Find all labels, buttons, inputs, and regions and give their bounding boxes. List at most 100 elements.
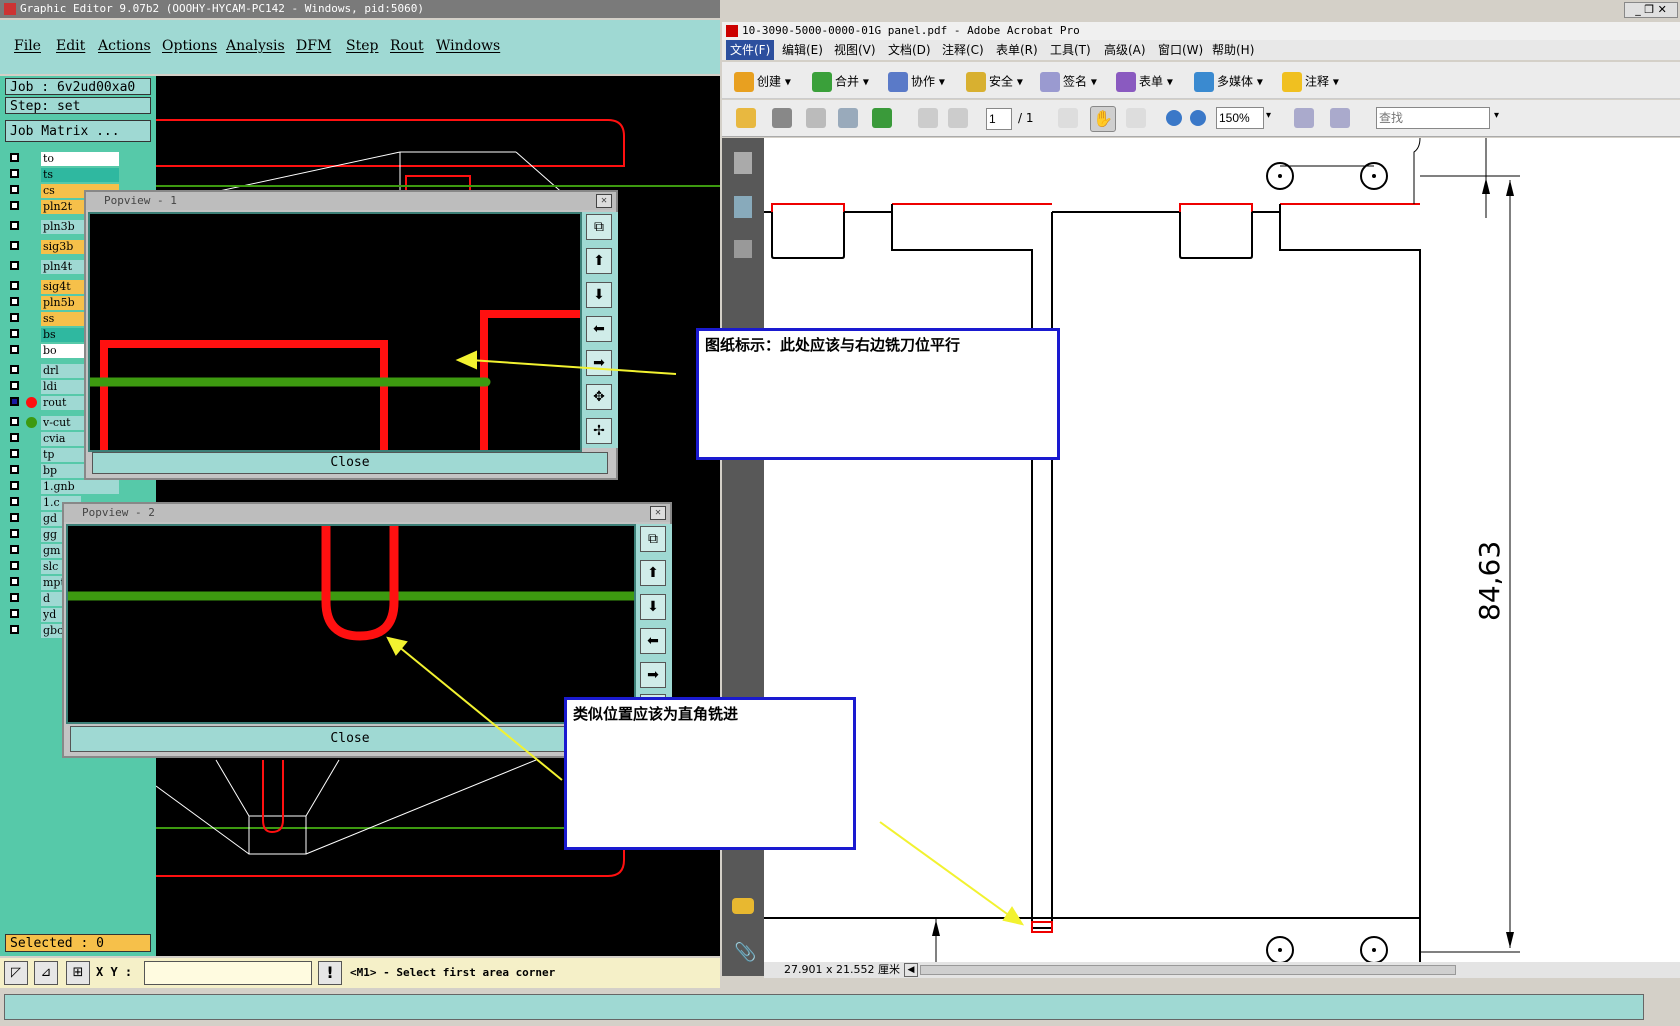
horizontal-scrollbar[interactable] xyxy=(920,965,1456,975)
sign-button[interactable]: 签名 ▾ xyxy=(1040,72,1097,92)
pan-right-icon[interactable]: ➡ xyxy=(586,350,612,376)
layer-checkbox[interactable] xyxy=(10,449,19,458)
layer-checkbox[interactable] xyxy=(10,545,19,554)
menu-help-zh[interactable]: 帮助(H) xyxy=(1212,40,1254,60)
menu-analysis[interactable]: Analysis xyxy=(226,38,285,54)
page-number-input[interactable] xyxy=(986,108,1012,130)
attachments-icon[interactable]: 📎 xyxy=(734,942,756,963)
popview-1-titlebar[interactable]: Popview - 1 ✕ xyxy=(86,192,616,210)
layer-checkbox[interactable] xyxy=(10,185,19,194)
share-icon[interactable] xyxy=(872,108,892,128)
layer-checkbox[interactable] xyxy=(10,433,19,442)
layer-checkbox[interactable] xyxy=(10,297,19,306)
menu-dfm[interactable]: DFM xyxy=(296,38,331,54)
popview-1-close-icon[interactable]: ✕ xyxy=(596,194,612,208)
layer-checkbox[interactable] xyxy=(10,153,19,162)
popview-2-titlebar[interactable]: Popview - 2 ✕ xyxy=(64,504,670,522)
layer-checkbox[interactable] xyxy=(10,561,19,570)
fit-page-icon[interactable] xyxy=(1294,108,1314,128)
popview-1-canvas[interactable] xyxy=(85,212,582,452)
bookmarks-icon[interactable] xyxy=(734,196,752,218)
measure-icon[interactable]: ◸ xyxy=(4,961,28,985)
alert-icon[interactable]: ! xyxy=(318,961,342,985)
popview-zoom-icon[interactable]: ⧉ xyxy=(586,214,612,240)
page-down-icon[interactable] xyxy=(948,108,968,128)
menu-file-zh[interactable]: 文件(F) xyxy=(726,40,775,60)
menu-comment-zh[interactable]: 注释(C) xyxy=(942,40,984,60)
combine-button[interactable]: 合并 ▾ xyxy=(812,72,869,92)
pan-left-icon[interactable]: ⬅ xyxy=(586,316,612,342)
secure-button[interactable]: 安全 ▾ xyxy=(966,72,1023,92)
popview-zoom-icon[interactable]: ⧉ xyxy=(640,526,666,552)
zoom-level-input[interactable] xyxy=(1216,107,1264,129)
xy-input[interactable] xyxy=(144,961,312,985)
popview-2-close-button[interactable]: Close xyxy=(70,726,630,752)
menu-advanced-zh[interactable]: 高级(A) xyxy=(1104,40,1146,60)
layer-checkbox[interactable] xyxy=(10,241,19,250)
menu-rout[interactable]: Rout xyxy=(390,38,424,54)
pan-left-icon[interactable]: ⬅ xyxy=(640,628,666,654)
layer-name[interactable]: 1.gnb xyxy=(41,480,119,494)
layer-checkbox[interactable] xyxy=(10,577,19,586)
menu-step[interactable]: Step xyxy=(346,38,378,54)
forms-button[interactable]: 表单 ▾ xyxy=(1116,72,1173,92)
popview-2-canvas[interactable] xyxy=(66,524,636,724)
menu-edit[interactable]: Edit xyxy=(56,38,85,54)
menu-tools-zh[interactable]: 工具(T) xyxy=(1050,40,1091,60)
pan-up-icon[interactable]: ⬆ xyxy=(640,560,666,586)
open-folder-icon[interactable] xyxy=(736,108,756,128)
maximize-icon[interactable]: ❐ xyxy=(1644,3,1654,16)
close-icon[interactable]: ✕ xyxy=(1658,3,1667,16)
job-matrix-button[interactable]: Job Matrix ... xyxy=(5,120,151,142)
layer-checkbox[interactable] xyxy=(10,221,19,230)
page-up-icon[interactable] xyxy=(918,108,938,128)
menu-window-zh[interactable]: 窗口(W) xyxy=(1158,40,1203,60)
layer-checkbox[interactable] xyxy=(10,497,19,506)
layer-checkbox[interactable] xyxy=(10,529,19,538)
zoom-in-icon[interactable]: ✢ xyxy=(586,418,612,444)
create-button[interactable]: 创建 ▾ xyxy=(734,72,791,92)
layer-checkbox[interactable] xyxy=(10,329,19,338)
layer-row-ts[interactable]: ts xyxy=(8,168,119,182)
layer-checkbox[interactable] xyxy=(10,513,19,522)
menu-windows[interactable]: Windows xyxy=(436,38,500,54)
popview-1-close-button[interactable]: Close xyxy=(92,452,608,474)
print-icon[interactable] xyxy=(772,108,792,128)
zoom-tool-icon[interactable] xyxy=(1126,108,1146,128)
layer-checkbox[interactable] xyxy=(10,381,19,390)
multimedia-button[interactable]: 多媒体 ▾ xyxy=(1194,72,1263,92)
layer-checkbox[interactable] xyxy=(10,365,19,374)
menu-forms-zh[interactable]: 表单(R) xyxy=(996,40,1038,60)
layer-checkbox[interactable] xyxy=(10,201,19,210)
layer-checkbox[interactable] xyxy=(10,609,19,618)
menu-view-zh[interactable]: 视图(V) xyxy=(834,40,876,60)
layer-checkbox[interactable] xyxy=(10,397,19,406)
zoom-out-icon[interactable] xyxy=(1166,110,1182,126)
grid-icon[interactable]: ⊞ xyxy=(66,961,90,985)
popview-2-close-icon[interactable]: ✕ xyxy=(650,506,666,520)
email-icon[interactable] xyxy=(838,108,858,128)
select-text-icon[interactable] xyxy=(1058,108,1078,128)
layer-checkbox[interactable] xyxy=(10,261,19,270)
scroll-left-icon[interactable]: ◀ xyxy=(904,963,918,977)
layer-row-to[interactable]: to xyxy=(8,152,119,166)
layer-checkbox[interactable] xyxy=(10,169,19,178)
layer-checkbox[interactable] xyxy=(10,345,19,354)
pan-down-icon[interactable]: ⬇ xyxy=(586,282,612,308)
layer-checkbox[interactable] xyxy=(10,313,19,322)
menu-options[interactable]: Options xyxy=(162,38,217,54)
layer-row-1.gnb[interactable]: 1.gnb xyxy=(8,480,119,494)
fit-width-icon[interactable] xyxy=(1330,108,1350,128)
minimize-icon[interactable]: _ xyxy=(1635,3,1641,16)
pan-right-icon[interactable]: ➡ xyxy=(640,662,666,688)
pan-up-icon[interactable]: ⬆ xyxy=(586,248,612,274)
pages-icon[interactable] xyxy=(734,152,752,174)
menu-edit-zh[interactable]: 编辑(E) xyxy=(782,40,823,60)
menu-document-zh[interactable]: 文档(D) xyxy=(888,40,931,60)
hand-tool-icon[interactable]: ✋ xyxy=(1090,106,1116,132)
command-line[interactable] xyxy=(4,994,1644,1020)
layer-checkbox[interactable] xyxy=(10,417,19,426)
comments-icon[interactable] xyxy=(732,898,754,914)
layer-checkbox[interactable] xyxy=(10,281,19,290)
zoom-in-icon[interactable] xyxy=(1190,110,1206,126)
